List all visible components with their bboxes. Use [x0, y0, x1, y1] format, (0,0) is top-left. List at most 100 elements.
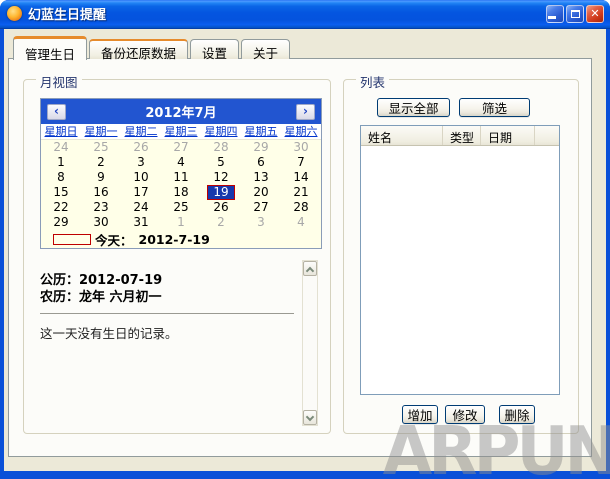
- calendar-day[interactable]: 20: [241, 185, 281, 200]
- weekday-link[interactable]: 星期六: [281, 124, 321, 139]
- calendar-day-selected[interactable]: 19: [201, 185, 241, 200]
- calendar-day[interactable]: 23: [81, 200, 121, 215]
- lunar-date-value: 龙年 六月初一: [79, 290, 162, 305]
- calendar-day[interactable]: 21: [281, 185, 321, 200]
- calendar-day[interactable]: 4: [161, 155, 201, 170]
- weekday-link[interactable]: 星期五: [241, 124, 281, 139]
- calendar-day[interactable]: 2: [201, 215, 241, 230]
- calendar-day[interactable]: 15: [41, 185, 81, 200]
- calendar-day[interactable]: 2: [81, 155, 121, 170]
- calendar-day[interactable]: 17: [121, 185, 161, 200]
- column-header[interactable]: 姓名: [361, 126, 443, 145]
- info-divider: [40, 313, 294, 314]
- weekday-link[interactable]: 星期二: [121, 124, 161, 139]
- solar-date-line: 公历：2012-07-19: [40, 272, 296, 289]
- calendar-day[interactable]: 10: [121, 170, 161, 185]
- calendar-day[interactable]: 14: [281, 170, 321, 185]
- dialog-client-area: 管理生日 备份还原数据 设置 关于 月视图 ‹ 2012年7月 › 星期日 星期一…: [4, 29, 606, 471]
- calendar-day[interactable]: 27: [241, 200, 281, 215]
- birthday-list[interactable]: 姓名 类型 日期: [360, 125, 560, 395]
- month-view-group-label: 月视图: [36, 72, 82, 91]
- calendar-day[interactable]: 27: [161, 140, 201, 155]
- calendar-day[interactable]: 12: [201, 170, 241, 185]
- chevron-up-icon: [305, 266, 315, 275]
- list-body[interactable]: [361, 146, 559, 394]
- solar-date-value: 2012-07-19: [79, 273, 163, 288]
- calendar-day[interactable]: 25: [81, 140, 121, 155]
- delete-button[interactable]: 删除: [499, 405, 535, 424]
- calendar-day[interactable]: 3: [241, 215, 281, 230]
- maximize-icon: [570, 9, 580, 18]
- weekday-link[interactable]: 星期日: [41, 124, 81, 139]
- calendar-grid: 24 25 26 27 28 29 30 1 2 3 4 5 6 7 8 9 10 11 12 13 14 15 16 17 1…: [41, 140, 321, 230]
- calendar-day[interactable]: 30: [81, 215, 121, 230]
- calendar-month-title: 2012年7月: [145, 106, 217, 121]
- calendar-week-row: 24 25 26 27 28 29 30: [41, 140, 321, 155]
- today-marker-box: [53, 233, 91, 245]
- calendar-day[interactable]: 28: [201, 140, 241, 155]
- list-group: 列表 显示全部 筛选 姓名 类型 日期 增加 修改 删除: [343, 72, 579, 434]
- calendar-week-row: 29 30 31 1 2 3 4: [41, 215, 321, 230]
- show-all-button[interactable]: 显示全部: [377, 98, 450, 117]
- tab-manage-birthdays[interactable]: 管理生日: [13, 36, 88, 62]
- chevron-down-icon: [305, 412, 315, 421]
- column-header-filler: [535, 126, 559, 145]
- day-info-panel: 公历：2012-07-19 农历：龙年 六月初一 这一天没有生日的记录。: [32, 260, 318, 426]
- calendar-day[interactable]: 22: [41, 200, 81, 215]
- calendar-day[interactable]: 24: [121, 200, 161, 215]
- title-bar[interactable]: 幻蓝生日提醒 ✕: [0, 0, 610, 29]
- close-button[interactable]: ✕: [586, 4, 604, 23]
- calendar-day[interactable]: 13: [241, 170, 281, 185]
- calendar-day[interactable]: 29: [41, 215, 81, 230]
- window-title: 幻蓝生日提醒: [28, 8, 107, 23]
- calendar-day[interactable]: 9: [81, 170, 121, 185]
- calendar-day[interactable]: 7: [281, 155, 321, 170]
- tab-about[interactable]: 关于: [241, 39, 291, 61]
- calendar-day[interactable]: 4: [281, 215, 321, 230]
- calendar-day[interactable]: 16: [81, 185, 121, 200]
- calendar-day[interactable]: 26: [121, 140, 161, 155]
- calendar-day[interactable]: 28: [281, 200, 321, 215]
- tab-settings[interactable]: 设置: [190, 39, 240, 61]
- tab-backup-restore[interactable]: 备份还原数据: [89, 39, 189, 61]
- maximize-button[interactable]: [566, 4, 584, 23]
- calendar-day[interactable]: 5: [201, 155, 241, 170]
- calendar-weekday-row: 星期日 星期一 星期二 星期三 星期四 星期五 星期六: [41, 124, 321, 140]
- weekday-link[interactable]: 星期一: [81, 124, 121, 139]
- calendar-day[interactable]: 24: [41, 140, 81, 155]
- day-info-text: 公历：2012-07-19 农历：龙年 六月初一 这一天没有生日的记录。: [40, 272, 296, 342]
- calendar-day[interactable]: 26: [201, 200, 241, 215]
- lunar-date-line: 农历：龙年 六月初一: [40, 289, 296, 306]
- info-scrollbar[interactable]: [302, 260, 318, 426]
- calendar-day[interactable]: 6: [241, 155, 281, 170]
- next-month-button[interactable]: ›: [296, 103, 315, 120]
- calendar-day[interactable]: 29: [241, 140, 281, 155]
- edit-button[interactable]: 修改: [445, 405, 485, 424]
- lunar-date-label: 农历：: [40, 290, 80, 305]
- calendar-day[interactable]: 3: [121, 155, 161, 170]
- app-icon: [7, 6, 22, 21]
- calendar-day[interactable]: 30: [281, 140, 321, 155]
- calendar-day[interactable]: 31: [121, 215, 161, 230]
- add-button[interactable]: 增加: [402, 405, 438, 424]
- calendar-day[interactable]: 11: [161, 170, 201, 185]
- calendar-day[interactable]: 1: [41, 155, 81, 170]
- scroll-down-button[interactable]: [303, 410, 317, 425]
- weekday-link[interactable]: 星期四: [201, 124, 241, 139]
- scroll-up-button[interactable]: [303, 261, 317, 276]
- weekday-link[interactable]: 星期三: [161, 124, 201, 139]
- filter-button[interactable]: 筛选: [459, 98, 530, 117]
- calendar-week-row: 8 9 10 11 12 13 14: [41, 170, 321, 185]
- column-header[interactable]: 日期: [481, 126, 535, 145]
- tab-strip: 管理生日 备份还原数据 设置 关于: [13, 35, 292, 62]
- calendar-day[interactable]: 25: [161, 200, 201, 215]
- minimize-button[interactable]: [546, 4, 564, 23]
- tab-page-manage-birthdays: 月视图 ‹ 2012年7月 › 星期日 星期一 星期二 星期三 星期四 星期五 星期六 24…: [8, 58, 592, 457]
- app-window: 幻蓝生日提醒 ✕ 管理生日 备份还原数据 设置 关于 月视图 ‹ 2012年7月…: [0, 0, 610, 479]
- calendar-day[interactable]: 8: [41, 170, 81, 185]
- calendar-day[interactable]: 18: [161, 185, 201, 200]
- calendar-week-row: 22 23 24 25 26 27 28: [41, 200, 321, 215]
- prev-month-button[interactable]: ‹: [47, 103, 66, 120]
- column-header[interactable]: 类型: [443, 126, 481, 145]
- calendar-day[interactable]: 1: [161, 215, 201, 230]
